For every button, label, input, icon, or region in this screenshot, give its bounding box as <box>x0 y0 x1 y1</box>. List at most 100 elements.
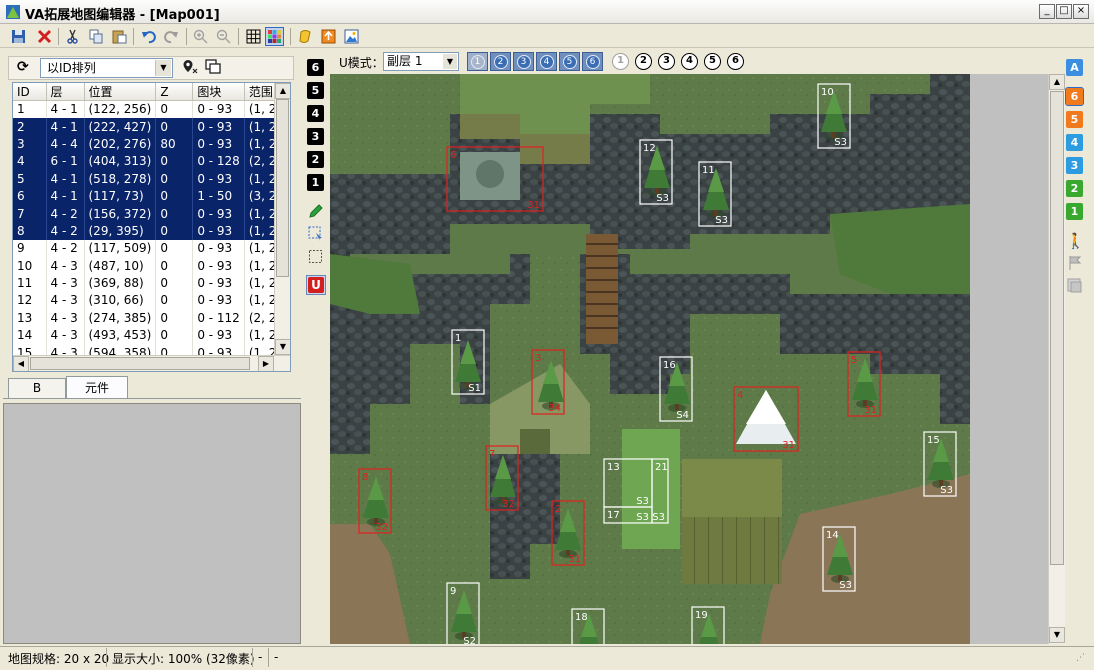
column-header[interactable]: 位置 <box>84 83 157 101</box>
restore-button[interactable]: □ <box>1056 4 1072 19</box>
select-icon[interactable] <box>308 226 324 245</box>
paste-icon[interactable] <box>110 27 129 46</box>
table-row[interactable]: 54 - 1 (518, 278) 0 0 - 93 (1, 2) <box>13 170 287 188</box>
picture-icon[interactable] <box>342 27 361 46</box>
chevron-down-icon[interactable]: ▼ <box>443 54 457 69</box>
column-header[interactable]: Z <box>155 83 194 101</box>
map-vertical-scrollbar[interactable]: ▲ ▼ <box>1048 74 1065 644</box>
blue-layer-button-1[interactable]: 1 <box>467 52 488 71</box>
import-icon[interactable] <box>319 27 338 46</box>
layer-button-2[interactable]: 2 <box>307 151 324 168</box>
right-layer-button-2[interactable]: 2 <box>1066 180 1083 197</box>
save-icon[interactable] <box>9 27 28 46</box>
copy-icon[interactable] <box>87 27 106 46</box>
column-header[interactable]: ID <box>13 83 47 101</box>
object-list[interactable]: ID 层 位置 Z 图块 范围 14 - 1 (122, 256) 0 0 - 93(… <box>12 82 291 372</box>
resize-grip-icon[interactable]: ⋰ <box>1076 653 1085 663</box>
layer-button-3[interactable]: 3 <box>307 128 324 145</box>
delete-icon[interactable] <box>35 27 54 46</box>
cell-layer: 4 - 3 <box>46 326 85 344</box>
tile-palette-area[interactable] <box>3 403 301 644</box>
tab-components[interactable]: 元件 <box>66 376 128 398</box>
layer-button-4[interactable]: 4 <box>307 105 324 122</box>
minimize-button[interactable]: _ <box>1039 4 1055 19</box>
table-row[interactable]: 46 - 1 (404, 313) 0 0 - 128 (2, 2) <box>13 152 287 171</box>
blue-layer-button-2[interactable]: 2 <box>490 52 511 71</box>
scroll-down-icon[interactable]: ▼ <box>1049 627 1065 643</box>
right-layer-button-4[interactable]: 4 <box>1066 134 1083 151</box>
grid-icon[interactable] <box>244 27 263 46</box>
table-row[interactable]: 84 - 2 (29, 395) 0 0 - 93 (1, 2) <box>13 222 287 240</box>
table-row[interactable]: 12 4 - 3 (310, 66) 0 0 - 93 (1, 2) <box>13 291 287 310</box>
table-row[interactable]: 13 4 - 3 (274, 385) 0 0 - 112 (2, 2) <box>13 309 287 327</box>
blue-layer-button-4[interactable]: 4 <box>536 52 557 71</box>
blue-layer-button-6[interactable]: 6 <box>582 52 603 71</box>
cell-tiles: 0 - 128 <box>192 152 245 171</box>
scrollbar-thumb[interactable] <box>1050 91 1064 565</box>
scrollbar-thumb[interactable] <box>30 357 250 370</box>
table-row[interactable]: 14 - 1 (122, 256) 0 0 - 93 (1, 2) <box>13 100 287 118</box>
zoom-in-icon[interactable] <box>191 27 210 46</box>
chevron-down-icon[interactable]: ▼ <box>155 60 171 76</box>
layer-button-6[interactable]: 6 <box>307 59 324 76</box>
u-mode-button[interactable]: U <box>306 275 326 295</box>
marquee-icon[interactable] <box>308 249 324 268</box>
table-row[interactable]: 34 - 4 (202, 276) 80 0 - 93 (1, 2) <box>13 135 287 153</box>
table-row[interactable]: 64 - 1 (117, 73) 0 1 - 50 (3, 2) <box>13 187 287 205</box>
blue-layer-button-5[interactable]: 5 <box>559 52 580 71</box>
right-layer-button-1[interactable]: 1 <box>1066 203 1083 220</box>
map-canvas[interactable]: 10 S3 6 31 12 S3 11 S3 1 S1 3 34 16 S4 4 31 5 31 15 S3 8 32 7 3… <box>330 74 1048 644</box>
right-layer-button-5[interactable]: 5 <box>1066 111 1083 128</box>
column-header[interactable]: 层 <box>46 83 85 101</box>
sublayer-select[interactable]: 副层 1 ▼ <box>383 52 459 71</box>
layer-toggle-1[interactable]: 1 <box>612 53 629 70</box>
column-header[interactable]: 图块 <box>192 83 245 101</box>
walk-icon[interactable]: 🚶 <box>1066 232 1085 250</box>
locate-pin-icon[interactable] <box>182 59 198 78</box>
list-vertical-scrollbar[interactable]: ▲ ▼ <box>274 83 290 355</box>
right-layer-button-A[interactable]: A <box>1066 59 1083 76</box>
scroll-left-icon[interactable]: ◀ <box>13 356 29 371</box>
layer-button-5[interactable]: 5 <box>307 82 324 99</box>
cell-id: 3 <box>13 135 47 153</box>
table-row[interactable]: 14 4 - 3 (493, 453) 0 0 - 93 (1, 2) <box>13 326 287 344</box>
table-row[interactable]: 10 4 - 3 (487, 10) 0 0 - 93 (1, 2) <box>13 257 287 275</box>
cut-icon[interactable] <box>63 27 82 46</box>
refresh-icon[interactable]: ⟳ <box>17 59 29 75</box>
stamp-icon[interactable] <box>1067 278 1083 297</box>
list-horizontal-scrollbar[interactable]: ◀ ▶ <box>13 355 290 371</box>
blue-layer-button-3[interactable]: 3 <box>513 52 534 71</box>
scroll-up-icon[interactable]: ▲ <box>1049 74 1065 90</box>
layer-toggle-4[interactable]: 4 <box>681 53 698 70</box>
undo-icon[interactable] <box>139 27 158 46</box>
layer-toggle-2[interactable]: 2 <box>635 53 652 70</box>
table-row[interactable]: 24 - 1 (222, 427) 0 0 - 93 (1, 2) <box>13 117 287 136</box>
right-layer-button-6[interactable]: 6 <box>1065 87 1084 106</box>
tab-b[interactable]: B <box>8 378 66 398</box>
scroll-right-icon[interactable]: ▶ <box>258 356 274 371</box>
scrollbar-thumb[interactable] <box>276 99 289 277</box>
layer-toggle-6[interactable]: 6 <box>727 53 744 70</box>
map-view[interactable]: 10 S3 6 31 12 S3 11 S3 1 S1 3 34 16 S4 4 31 5 31 15 S3 8 32 7 3… <box>330 74 1048 644</box>
cell-pos: (493, 453) <box>84 326 157 344</box>
flag-icon[interactable] <box>1068 255 1082 274</box>
scroll-up-icon[interactable]: ▲ <box>275 83 290 99</box>
pencil-icon[interactable] <box>308 203 324 222</box>
sort-select[interactable]: 以ID排列 ▼ <box>40 58 173 78</box>
layer-toggle-3[interactable]: 3 <box>658 53 675 70</box>
layer-button-1[interactable]: 1 <box>307 174 324 191</box>
layer-toggle-5[interactable]: 5 <box>704 53 721 70</box>
window-toggle-icon[interactable] <box>205 59 221 78</box>
table-row[interactable]: 94 - 2 (117, 509) 0 0 - 93 (1, 2) <box>13 239 287 258</box>
close-button[interactable]: × <box>1073 4 1089 19</box>
redo-icon[interactable] <box>162 27 181 46</box>
scroll-down-icon[interactable]: ▼ <box>275 339 290 355</box>
zoom-out-icon[interactable] <box>214 27 233 46</box>
table-row[interactable]: 11 4 - 3 (369, 88) 0 0 - 93 (1, 2) <box>13 274 287 292</box>
palette-icon[interactable] <box>265 27 284 46</box>
pencil-icon[interactable] <box>296 27 315 46</box>
right-layer-button-3[interactable]: 3 <box>1066 157 1083 174</box>
cell-id: 5 <box>13 170 47 188</box>
marker-tag: S1 <box>468 383 481 394</box>
table-row[interactable]: 74 - 2 (156, 372) 0 0 - 93 (1, 2) <box>13 204 287 223</box>
